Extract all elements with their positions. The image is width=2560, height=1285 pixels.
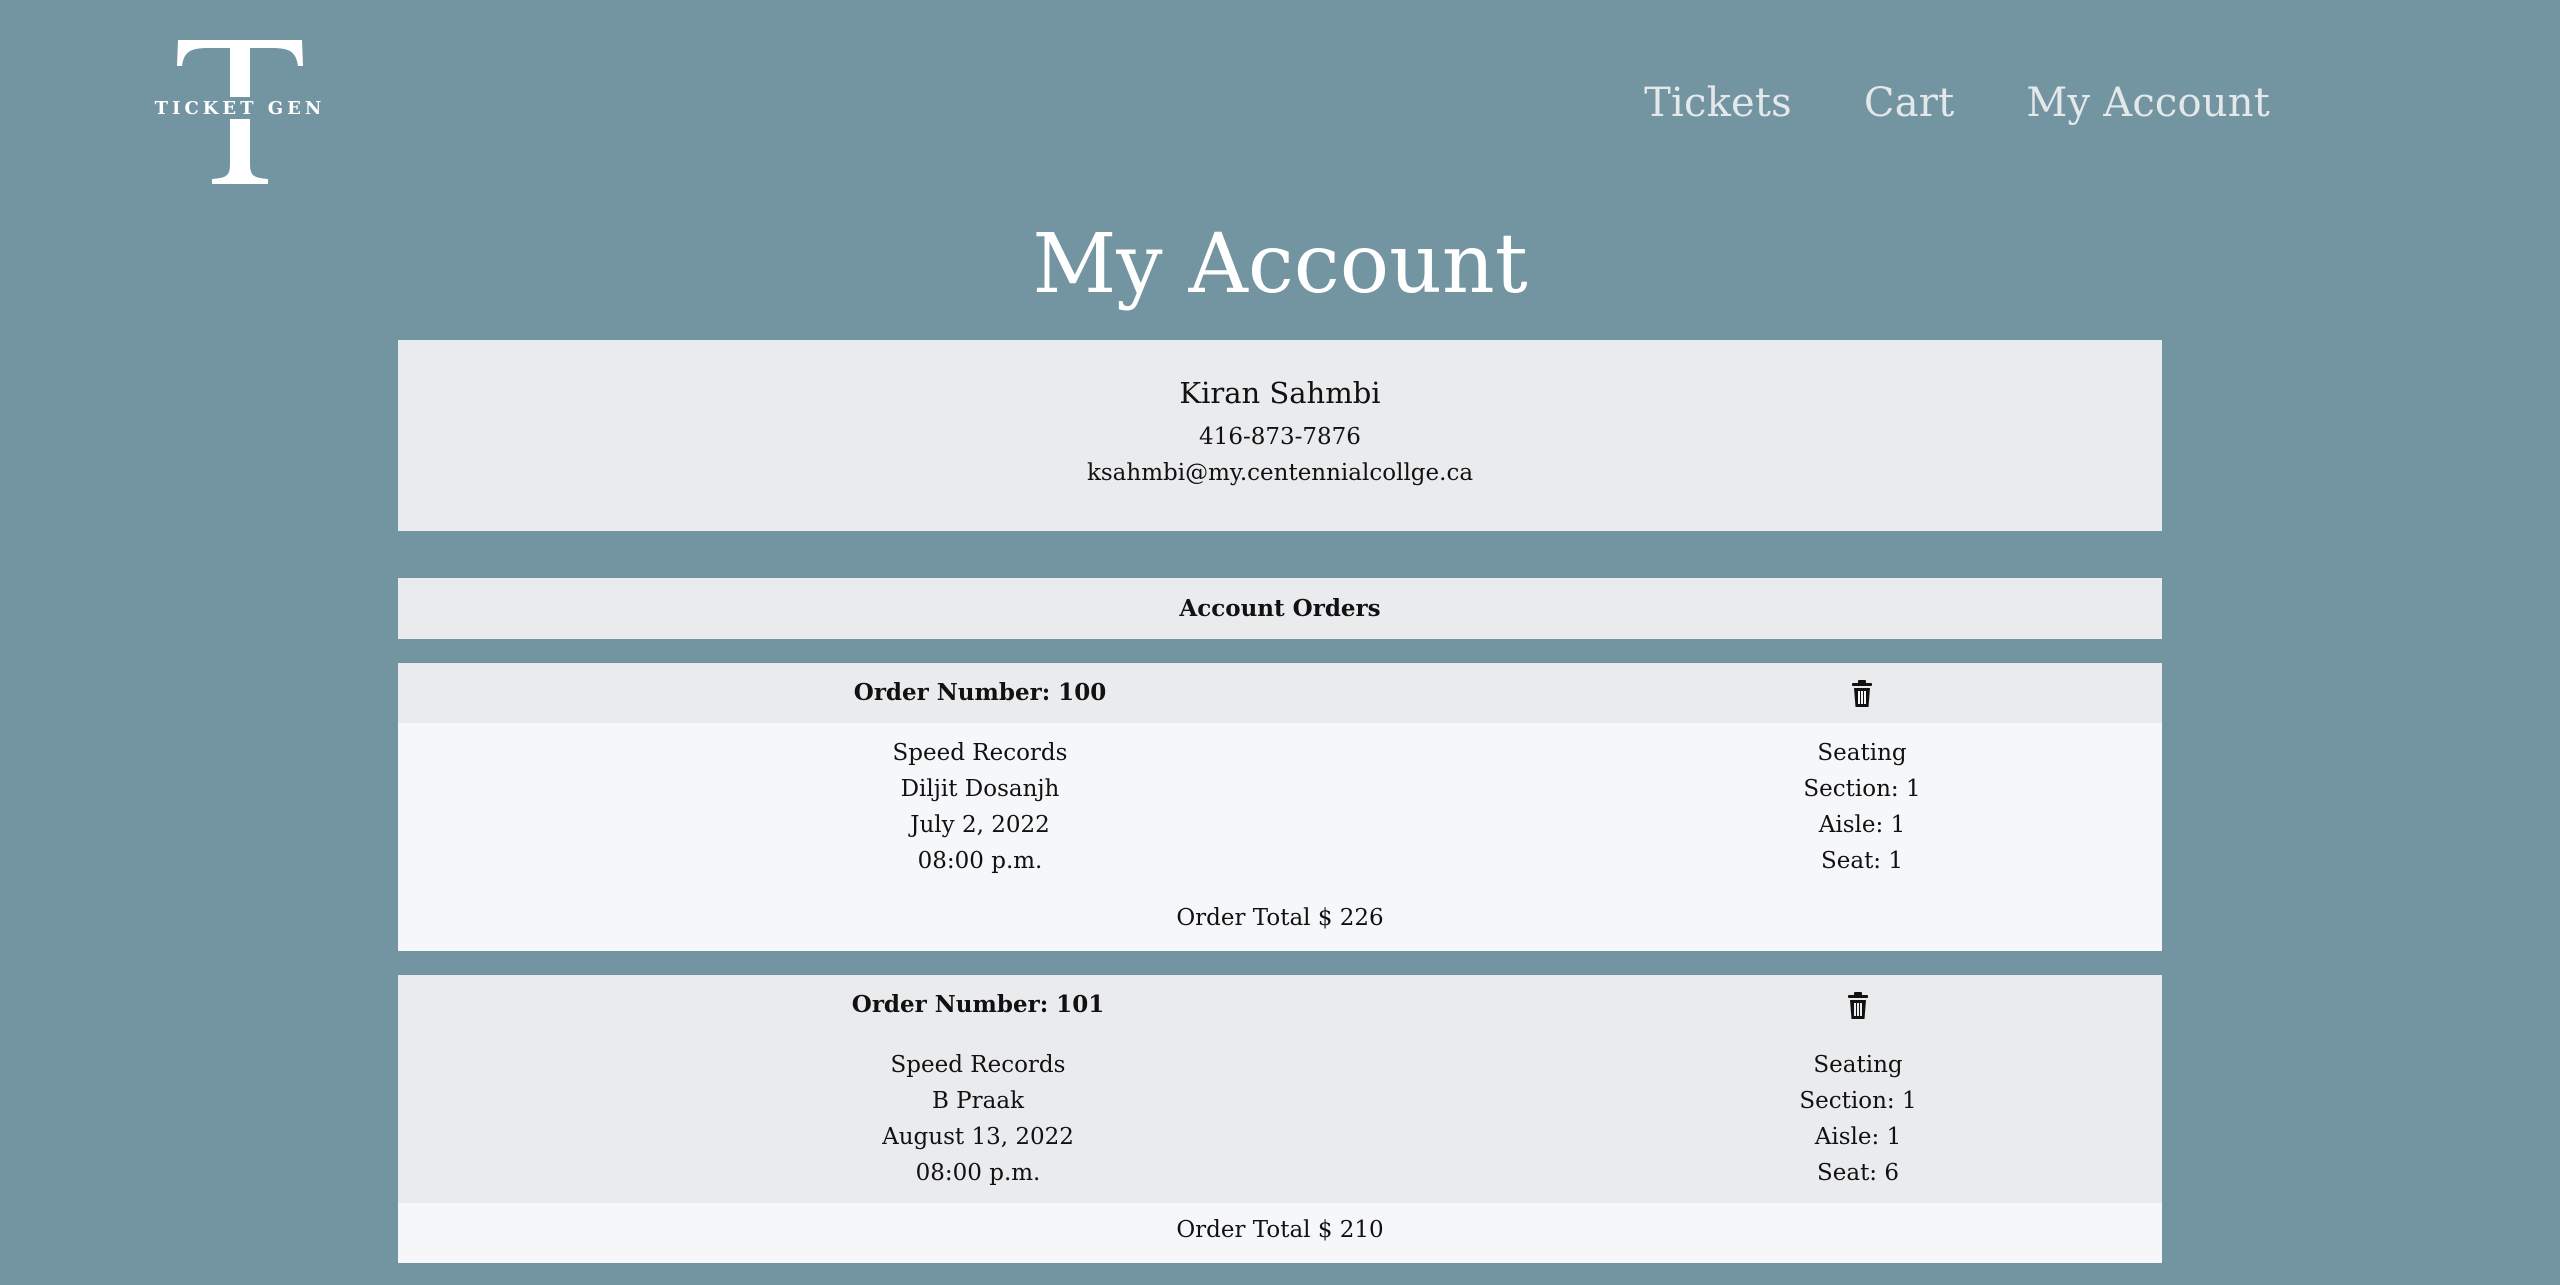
event-details: Speed Records Diljit Dosanjh July 2, 202…	[398, 735, 1562, 879]
profile-phone: 416-873-7876	[1199, 424, 1361, 450]
profile-email: ksahmbi@my.centennialcollge.ca	[1086, 460, 1474, 486]
site-header: TICKET GEN Tickets Cart My Account	[0, 0, 2560, 200]
ticket-gen-logo[interactable]: TICKET GEN	[150, 36, 330, 188]
seating-aisle: Aisle: 1	[1818, 812, 1906, 838]
order-total: Order Total $ 210	[1176, 1217, 1384, 1243]
order-total: Order Total $ 226	[1176, 905, 1384, 931]
event-venue: Speed Records	[890, 1052, 1066, 1078]
seating-aisle: Aisle: 1	[1814, 1124, 1902, 1150]
nav-tickets[interactable]: Tickets	[1644, 80, 1792, 126]
nav-my-account[interactable]: My Account	[2026, 80, 2270, 126]
event-time: 08:00 p.m.	[915, 1160, 1041, 1186]
orders-header: Account Orders	[398, 578, 2162, 639]
order-card: Order Number: 101 Speed Records B Praak …	[398, 975, 2162, 1263]
seating-section: Section: 1	[1803, 776, 1921, 802]
event-details: Speed Records B Praak August 13, 2022 08…	[398, 1047, 1558, 1191]
logo-text: TICKET GEN	[155, 98, 326, 119]
event-time: 08:00 p.m.	[917, 848, 1043, 874]
order-number: Order Number: 101	[851, 991, 1105, 1018]
event-date: August 13, 2022	[882, 1124, 1074, 1150]
seating-details: Seating Section: 1 Aisle: 1 Seat: 6	[1558, 1047, 2158, 1191]
seating-details: Seating Section: 1 Aisle: 1 Seat: 1	[1562, 735, 2162, 879]
page-title: My Account	[1032, 217, 1528, 312]
event-venue: Speed Records	[892, 740, 1068, 766]
seating-label: Seating	[1813, 1052, 1903, 1078]
seating-seat: Seat: 6	[1816, 1160, 1900, 1186]
nav-cart[interactable]: Cart	[1864, 80, 1954, 126]
seating-label: Seating	[1817, 740, 1907, 766]
trash-icon[interactable]	[1845, 992, 1871, 1020]
order-card: Order Number: 100 Speed Records Diljit D…	[398, 663, 2162, 951]
profile-name: Kiran Sahmbi	[1179, 376, 1381, 410]
trash-icon[interactable]	[1849, 680, 1875, 708]
main-nav: Tickets Cart My Account	[1644, 80, 2270, 126]
event-artist: Diljit Dosanjh	[900, 776, 1060, 802]
seating-section: Section: 1	[1799, 1088, 1917, 1114]
seating-seat: Seat: 1	[1820, 848, 1904, 874]
event-date: July 2, 2022	[910, 812, 1050, 838]
event-artist: B Praak	[931, 1088, 1025, 1114]
order-number: Order Number: 100	[853, 679, 1107, 706]
profile-card: Kiran Sahmbi 416-873-7876 ksahmbi@my.cen…	[398, 340, 2162, 531]
